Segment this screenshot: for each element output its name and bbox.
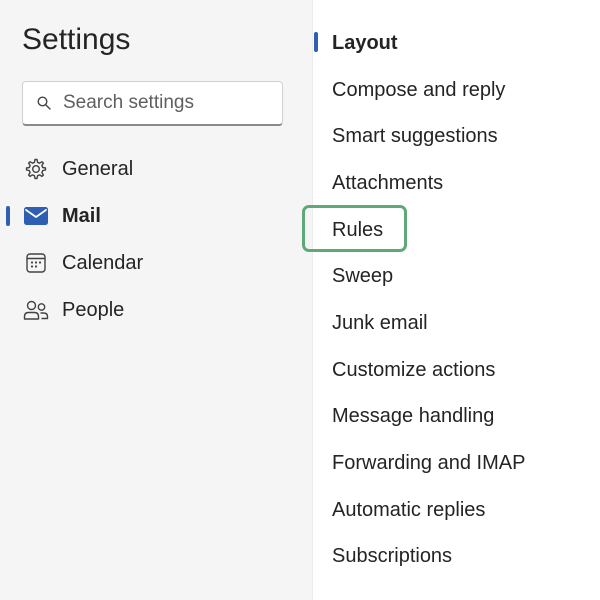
search-icon (37, 96, 51, 110)
sidebar-item-mail[interactable]: Mail (0, 196, 312, 236)
sidebar-item-label: General (62, 158, 134, 180)
sidebar-item-label: People (62, 299, 125, 321)
calendar-icon (23, 251, 49, 275)
subnav-item-forwarding-and-imap[interactable]: Forwarding and IMAP (332, 443, 525, 483)
sidebar-item-label: Mail (62, 205, 101, 227)
subnav-item-sweep[interactable]: Sweep (332, 256, 393, 296)
active-indicator (314, 32, 318, 52)
subnav-item-attachments[interactable]: Attachments (332, 163, 443, 203)
page-title: Settings (22, 23, 131, 56)
subnav-item-customize-actions[interactable]: Customize actions (332, 350, 495, 390)
sidebar-item-calendar[interactable]: Calendar (0, 243, 312, 283)
settings-sidebar: Settings General (0, 0, 312, 600)
subnav-item-smart-suggestions[interactable]: Smart suggestions (332, 116, 498, 156)
sidebar-item-people[interactable]: People (0, 290, 312, 330)
subnav-item-layout[interactable]: Layout (332, 23, 398, 63)
gear-icon (23, 157, 49, 181)
subnav-item-junk-email[interactable]: Junk email (332, 303, 428, 343)
rules-highlight-box (302, 205, 407, 252)
sidebar-item-label: Calendar (62, 252, 144, 274)
sidebar-item-general[interactable]: General (0, 149, 312, 189)
subnav-item-automatic-replies[interactable]: Automatic replies (332, 490, 485, 530)
active-indicator (6, 206, 10, 226)
mail-icon (23, 204, 49, 228)
search-input[interactable] (63, 92, 263, 114)
subnav-item-compose-and-reply[interactable]: Compose and reply (332, 70, 505, 110)
mail-settings-panel: Layout Compose and reply Smart suggestio… (302, 0, 600, 600)
settings-window: Settings General (0, 0, 600, 600)
subnav-item-subscriptions[interactable]: Subscriptions (332, 536, 452, 576)
people-icon (23, 298, 49, 322)
search-box[interactable] (22, 81, 283, 126)
subnav-item-message-handling[interactable]: Message handling (332, 396, 494, 436)
